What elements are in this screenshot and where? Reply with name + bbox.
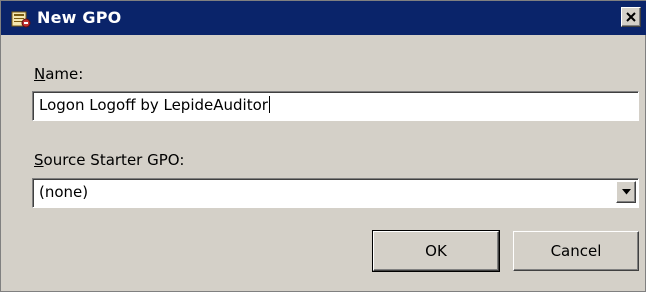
- dialog-title: New GPO: [37, 8, 122, 27]
- source-label-text: ource Starter GPO:: [43, 151, 185, 169]
- title-bar[interactable]: New GPO: [1, 1, 646, 35]
- ok-button[interactable]: OK: [372, 230, 500, 272]
- gpo-icon: [11, 9, 31, 29]
- cancel-button[interactable]: Cancel: [513, 231, 639, 271]
- source-select-value: (none): [39, 183, 89, 201]
- name-label: Name:: [34, 65, 83, 83]
- name-input[interactable]: Logon Logoff by LepideAuditor: [32, 91, 639, 121]
- dropdown-button[interactable]: [616, 181, 636, 203]
- name-label-text: ame:: [45, 65, 84, 83]
- source-starter-label: Source Starter GPO:: [34, 151, 184, 169]
- chevron-down-icon: [622, 189, 631, 195]
- text-caret: [268, 96, 270, 113]
- new-gpo-dialog: New GPO Name: Logon Logoff by LepideAudi…: [0, 0, 646, 292]
- source-label-accelerator: S: [34, 151, 44, 169]
- source-starter-select[interactable]: (none): [32, 178, 639, 208]
- name-label-accelerator: N: [34, 65, 46, 83]
- close-icon: [626, 12, 636, 22]
- name-input-value: Logon Logoff by LepideAuditor: [39, 96, 270, 114]
- close-button[interactable]: [621, 7, 641, 27]
- name-input-text: Logon Logoff by LepideAuditor: [39, 96, 268, 114]
